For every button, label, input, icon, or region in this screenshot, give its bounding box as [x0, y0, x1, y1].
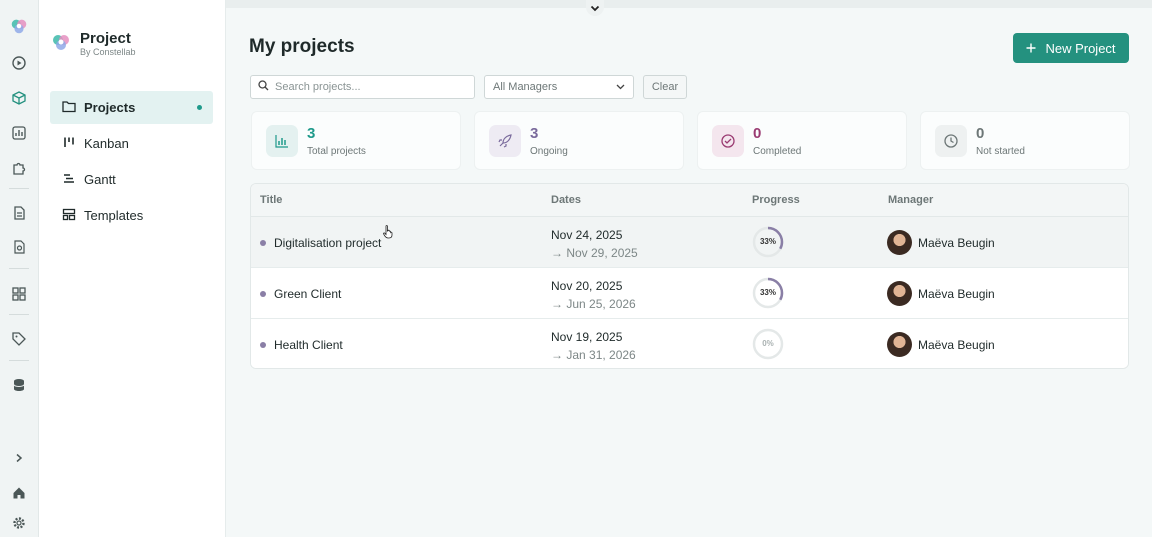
settings-icon[interactable] [9, 513, 29, 533]
cube-icon[interactable] [9, 88, 29, 108]
top-bar [226, 0, 1152, 8]
end-date: → Jan 31, 2026 [551, 348, 636, 362]
end-date: → Jun 25, 2026 [551, 297, 636, 311]
sidebar-item-label: Kanban [84, 136, 129, 151]
stat-card-total: 3 Total projects [251, 111, 461, 170]
status-dot [260, 240, 266, 246]
column-header-title[interactable]: Title [260, 194, 282, 206]
sidebar-item-label: Gantt [84, 172, 116, 187]
avatar [887, 230, 912, 255]
brand-subtitle: By Constellab [80, 47, 136, 57]
folder-icon [62, 100, 76, 116]
constellab-logo-icon[interactable] [9, 16, 29, 36]
hand-cursor-icon [383, 225, 393, 239]
stat-value: 3 [307, 125, 316, 142]
manager-name: Maëva Beugin [918, 236, 995, 250]
search-input[interactable] [275, 81, 465, 93]
rocket-icon [489, 125, 521, 157]
clear-button[interactable]: Clear [643, 75, 687, 99]
database-icon[interactable] [9, 375, 29, 395]
column-header-dates[interactable]: Dates [551, 194, 581, 206]
rail-divider [9, 314, 29, 315]
chevron-right-icon[interactable] [9, 448, 29, 468]
manager-name: Maëva Beugin [918, 338, 995, 352]
active-indicator-dot [197, 105, 202, 110]
progress-label: 33% [759, 288, 776, 297]
sidebar: Project By Constellab Projects Kanban Ga… [39, 0, 226, 537]
project-title[interactable]: Green Client [274, 287, 341, 301]
brand-name: Project [80, 30, 131, 47]
stat-card-ongoing: 3 Ongoing [474, 111, 684, 170]
home-icon[interactable] [9, 483, 29, 503]
check-circle-icon [712, 125, 744, 157]
stat-value: 0 [753, 125, 762, 142]
table-row[interactable]: Health Client Nov 19, 2025 → Jan 31, 202… [251, 319, 1128, 368]
rail-divider [9, 188, 29, 189]
avatar [887, 281, 912, 306]
templates-icon [62, 208, 76, 224]
brand: Project By Constellab [50, 30, 136, 58]
end-date: → Nov 29, 2025 [551, 246, 638, 260]
chevron-down-icon [590, 0, 600, 17]
start-date: Nov 19, 2025 [551, 330, 623, 344]
stat-label: Ongoing [530, 146, 568, 157]
rail-divider [9, 360, 29, 361]
plus-icon [1026, 41, 1036, 56]
stat-label: Not started [976, 146, 1025, 157]
stat-card-not-started: 0 Not started [920, 111, 1130, 170]
start-date: Nov 24, 2025 [551, 228, 623, 242]
column-header-manager[interactable]: Manager [888, 194, 933, 206]
manager-name: Maëva Beugin [918, 287, 995, 301]
manager-filter-value: All Managers [493, 81, 558, 93]
stat-value: 3 [530, 125, 539, 142]
status-dot [260, 291, 266, 297]
table-row[interactable]: Green Client Nov 20, 2025 → Jun 25, 2026… [251, 268, 1128, 319]
stat-label: Total projects [307, 146, 366, 157]
dashboard-icon[interactable] [9, 284, 29, 304]
start-date: Nov 20, 2025 [551, 279, 623, 293]
progress-label: 0% [762, 339, 774, 348]
clock-icon [935, 125, 967, 157]
new-project-button[interactable]: New Project [1013, 33, 1129, 63]
sidebar-item-label: Templates [84, 208, 144, 223]
project-title[interactable]: Health Client [274, 338, 343, 352]
sidebar-item-templates[interactable]: Templates [50, 199, 213, 232]
chart-icon[interactable] [9, 123, 29, 143]
project-logo-icon [50, 31, 72, 58]
stat-card-completed: 0 Completed [697, 111, 907, 170]
projects-table: Title Dates Progress Manager Digitalisat… [250, 183, 1129, 369]
sidebar-item-kanban[interactable]: Kanban [50, 127, 213, 160]
stat-value: 0 [976, 125, 985, 142]
progress-ring: 33% [751, 225, 785, 259]
puzzle-icon[interactable] [9, 158, 29, 178]
collapse-toggle[interactable] [586, 0, 604, 16]
bar-chart-icon [266, 125, 298, 157]
column-header-progress[interactable]: Progress [752, 194, 800, 206]
chevron-down-icon [616, 81, 625, 93]
sidebar-item-projects[interactable]: Projects [50, 91, 213, 124]
progress-ring: 33% [751, 276, 785, 310]
search-box [250, 75, 475, 99]
file-report-icon[interactable] [9, 237, 29, 257]
status-dot [260, 342, 266, 348]
avatar [887, 332, 912, 357]
page-title: My projects [249, 36, 355, 57]
stat-label: Completed [753, 146, 802, 157]
document-icon[interactable] [9, 203, 29, 223]
kanban-icon [62, 136, 76, 152]
play-circle-icon[interactable] [9, 53, 29, 73]
progress-ring: 0% [751, 327, 785, 361]
table-header: Title Dates Progress Manager [251, 184, 1128, 217]
gantt-icon [62, 172, 76, 188]
progress-label: 33% [759, 237, 776, 246]
icon-rail [0, 0, 39, 537]
sidebar-item-label: Projects [84, 100, 136, 115]
sidebar-item-gantt[interactable]: Gantt [50, 163, 213, 196]
new-project-label: New Project [1045, 40, 1116, 56]
tag-icon[interactable] [9, 329, 29, 349]
project-title[interactable]: Digitalisation project [274, 236, 381, 250]
search-icon [258, 78, 269, 96]
manager-filter-select[interactable]: All Managers [484, 75, 634, 99]
rail-divider [9, 268, 29, 269]
